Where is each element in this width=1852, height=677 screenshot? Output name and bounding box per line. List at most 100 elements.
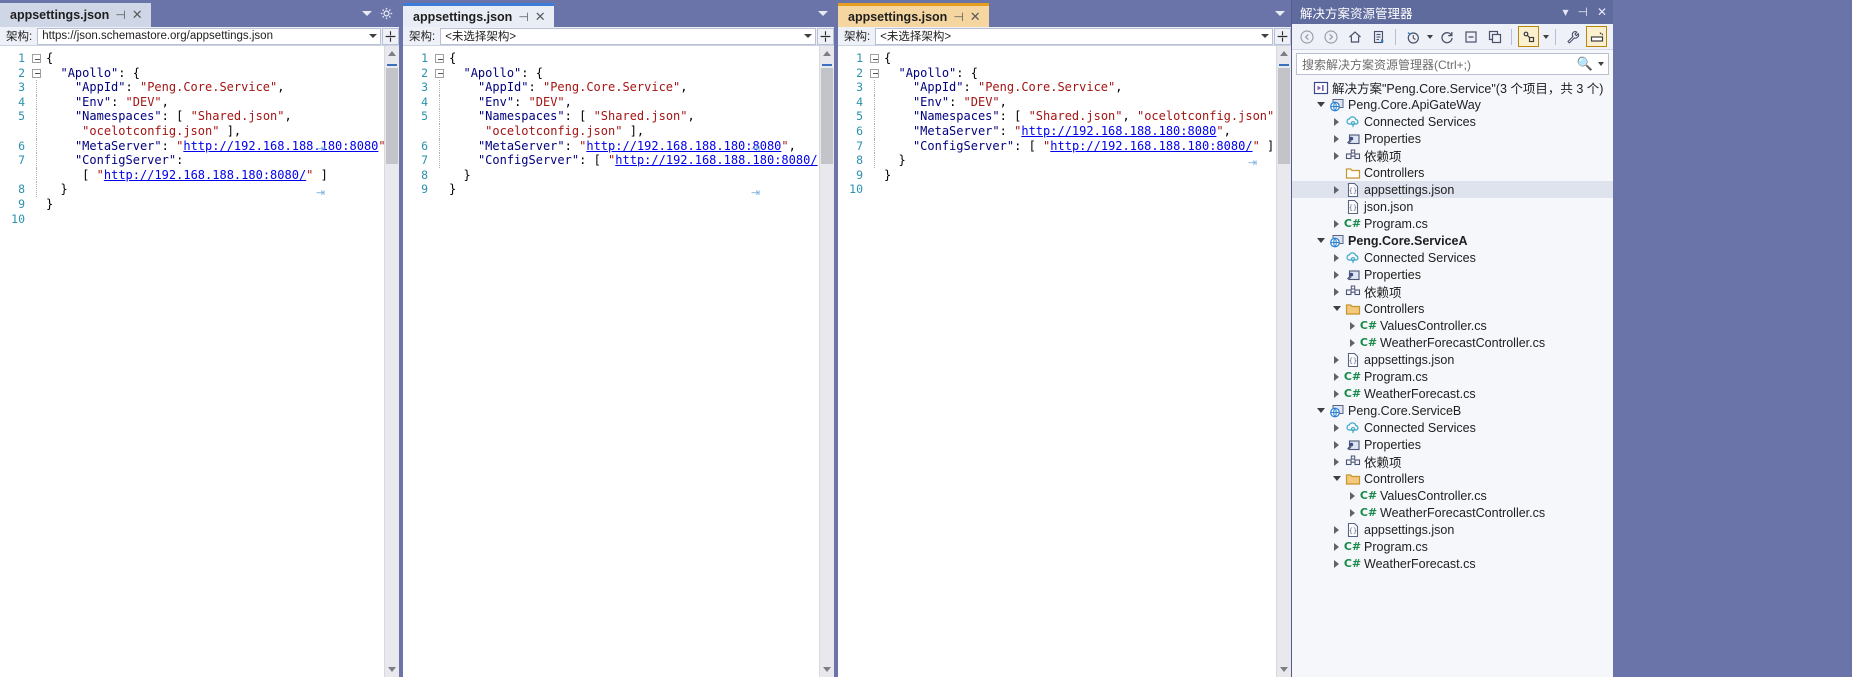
expander[interactable] — [1330, 134, 1343, 143]
expander[interactable] — [1330, 440, 1343, 449]
expander[interactable] — [1346, 508, 1359, 517]
expander[interactable] — [1330, 355, 1343, 364]
pin-icon[interactable]: ⊣ — [115, 8, 125, 22]
fold-column[interactable] — [433, 94, 447, 110]
fold-column[interactable] — [30, 167, 44, 183]
expander[interactable] — [1314, 102, 1327, 107]
schema-combobox-2[interactable]: <未选择架构> — [440, 27, 816, 45]
fold-column[interactable] — [433, 51, 447, 66]
collapse-box-icon[interactable] — [32, 68, 41, 78]
schema-combobox-3[interactable]: <未选择架构> — [875, 27, 1273, 45]
close-icon[interactable]: ✕ — [132, 7, 143, 23]
chevron-right-icon[interactable] — [1350, 491, 1355, 500]
chevron-right-icon[interactable] — [1334, 287, 1339, 296]
collapse-box-icon[interactable] — [870, 54, 879, 63]
tree-item[interactable]: Connected Services — [1292, 249, 1613, 266]
chevron-right-icon[interactable] — [1334, 355, 1339, 364]
tree-item[interactable]: C# WeatherForecastController.cs — [1292, 334, 1613, 351]
tree-item[interactable]: {} appsettings.json — [1292, 181, 1613, 198]
fold-column[interactable] — [868, 80, 882, 95]
view-code-map-icon[interactable] — [1518, 26, 1539, 47]
chevron-down-icon[interactable] — [1598, 62, 1604, 66]
solution-tree[interactable]: 解决方案"Peng.Core.Service"(3 个项目，共 3 个) Peng… — [1292, 77, 1613, 677]
fold-column[interactable] — [433, 123, 447, 139]
close-icon[interactable]: ✕ — [535, 9, 546, 25]
pin-icon[interactable]: ⊣ — [1577, 5, 1587, 19]
tree-item[interactable]: C# WeatherForecast.cs — [1292, 385, 1613, 402]
chevron-right-icon[interactable] — [1334, 542, 1339, 551]
fold-column[interactable] — [868, 51, 882, 66]
pin-icon[interactable]: ⊣ — [518, 10, 528, 24]
chevron-down-icon[interactable] — [1427, 34, 1433, 39]
chevron-right-icon[interactable] — [1334, 423, 1339, 432]
scroll-up-button[interactable] — [1277, 46, 1291, 61]
chevron-right-icon[interactable] — [1334, 389, 1339, 398]
expander[interactable] — [1314, 238, 1327, 243]
tree-item[interactable]: Connected Services — [1292, 113, 1613, 130]
tree-item[interactable]: C# ValuesController.cs — [1292, 487, 1613, 504]
tree-item[interactable]: Controllers — [1292, 470, 1613, 487]
expander[interactable] — [1330, 525, 1343, 534]
tree-item[interactable]: {} appsettings.json — [1292, 351, 1613, 368]
chevron-right-icon[interactable] — [1350, 321, 1355, 330]
chevron-right-icon[interactable] — [1334, 372, 1339, 381]
tree-item[interactable]: Peng.Core.ServiceB — [1292, 402, 1613, 419]
expander[interactable] — [1330, 457, 1343, 466]
fold-column[interactable] — [30, 153, 44, 168]
tree-item[interactable]: Peng.Core.ApiGateWay — [1292, 96, 1613, 113]
scroll-down-button[interactable] — [385, 662, 399, 677]
chevron-down-icon[interactable] — [1543, 34, 1549, 39]
expander[interactable] — [1346, 491, 1359, 500]
split-editor-button-2[interactable] — [817, 27, 834, 45]
history-icon[interactable] — [1402, 26, 1423, 47]
fold-column[interactable] — [30, 138, 44, 154]
fold-column[interactable] — [868, 109, 882, 124]
expander[interactable] — [1346, 321, 1359, 330]
tree-item[interactable]: C# Program.cs — [1292, 215, 1613, 232]
properties-wrench-icon[interactable] — [1562, 26, 1583, 47]
chevron-right-icon[interactable] — [1334, 559, 1339, 568]
expander[interactable] — [1330, 287, 1343, 296]
fold-column[interactable] — [433, 153, 447, 168]
fold-column[interactable] — [30, 66, 44, 81]
chevron-right-icon[interactable] — [1334, 253, 1339, 262]
tree-item[interactable]: 依赖项 — [1292, 147, 1613, 164]
chevron-right-icon[interactable] — [1334, 151, 1339, 160]
expander[interactable] — [1330, 559, 1343, 568]
tree-item[interactable]: Connected Services — [1292, 419, 1613, 436]
tree-item[interactable]: 解决方案"Peng.Core.Service"(3 个项目，共 3 个) — [1292, 79, 1613, 96]
pending-changes-icon[interactable] — [1368, 26, 1389, 47]
fold-column[interactable] — [433, 138, 447, 154]
expander[interactable] — [1330, 389, 1343, 398]
chevron-down-icon[interactable] — [1316, 238, 1325, 243]
chevron-down-icon[interactable] — [362, 10, 372, 16]
split-editor-button-1[interactable] — [382, 27, 399, 45]
expander[interactable] — [1330, 253, 1343, 262]
collapse-box-icon[interactable] — [435, 68, 444, 78]
fold-column[interactable] — [868, 94, 882, 110]
expander[interactable] — [1330, 270, 1343, 279]
fold-column[interactable] — [30, 212, 44, 227]
tree-item[interactable]: 依赖项 — [1292, 453, 1613, 470]
fold-column[interactable] — [30, 109, 44, 124]
collapse-box-icon[interactable] — [870, 68, 879, 78]
fold-column[interactable] — [868, 168, 882, 183]
collapse-box-icon[interactable] — [32, 54, 41, 63]
expander[interactable] — [1330, 306, 1343, 311]
editor-body-3[interactable]: 1{2 "Apollo": {3 "AppId": "Peng.Core.Ser… — [838, 46, 1291, 677]
fold-column[interactable] — [868, 123, 882, 139]
fold-column[interactable] — [30, 197, 44, 212]
expander[interactable] — [1330, 219, 1343, 228]
fold-column[interactable] — [433, 66, 447, 81]
tree-item[interactable]: Controllers — [1292, 164, 1613, 181]
scrollbar-thumb[interactable] — [1278, 68, 1290, 164]
scroll-up-button[interactable] — [820, 46, 834, 61]
show-all-files-icon[interactable] — [1484, 26, 1505, 47]
chevron-down-icon[interactable] — [1316, 408, 1325, 413]
chevron-down-icon[interactable] — [818, 10, 828, 16]
scroll-up-button[interactable] — [385, 46, 399, 61]
forward-icon[interactable] — [1320, 26, 1341, 47]
scrollbar-thumb[interactable] — [821, 68, 833, 164]
fold-column[interactable] — [30, 51, 44, 66]
close-icon[interactable]: ✕ — [970, 9, 981, 25]
